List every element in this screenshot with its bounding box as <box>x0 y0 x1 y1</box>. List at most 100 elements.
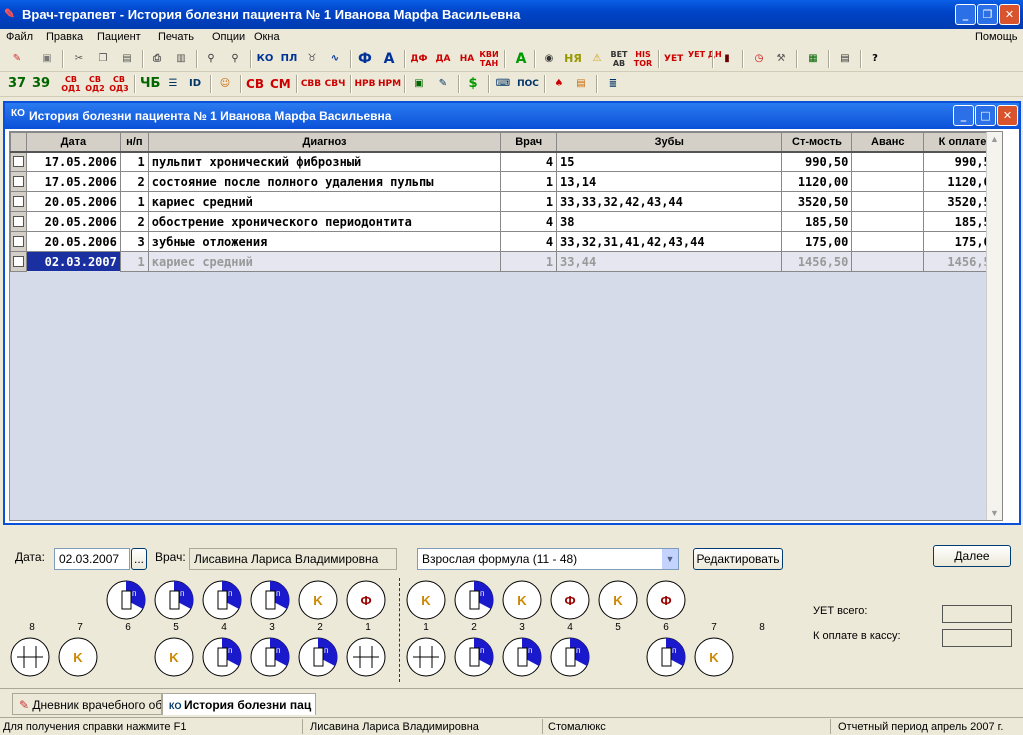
da-icon[interactable]: ДА <box>434 50 452 68</box>
cell-np[interactable]: 1 <box>119 251 149 272</box>
warning-icon[interactable]: ⚠ <box>588 50 606 68</box>
tooth-caries[interactable]: K <box>153 636 195 678</box>
close-button[interactable]: ✕ <box>999 4 1020 25</box>
preview-icon[interactable]: ▥ <box>172 50 190 68</box>
export-icon[interactable]: ▤ <box>572 75 590 93</box>
cell-advance[interactable] <box>851 231 925 252</box>
cell-cost[interactable]: 1456,50 <box>781 251 853 272</box>
date-picker-button[interactable]: ... <box>131 548 147 570</box>
tooth-caries[interactable]: K <box>597 579 639 621</box>
cell-diagnosis[interactable]: кариес средний <box>147 191 502 212</box>
row-checkbox[interactable] <box>10 191 27 212</box>
btn-svch[interactable]: СВЧ <box>324 75 346 93</box>
book-icon[interactable]: ▮ <box>718 50 736 68</box>
cell-np[interactable]: 2 <box>119 171 149 192</box>
column-header-cost[interactable]: Ст-мость <box>781 132 853 153</box>
tooth-pulp[interactable]: п <box>249 579 291 621</box>
cell-cost[interactable]: 175,00 <box>781 231 853 252</box>
copy-icon[interactable]: ❐ <box>94 50 112 68</box>
find-next-icon[interactable]: ⚲ <box>226 50 244 68</box>
cell-date[interactable]: 20.05.2006 <box>25 211 121 232</box>
tooth-pulp[interactable]: п <box>645 636 687 678</box>
child-maximize-button[interactable]: □ <box>975 105 996 126</box>
df-icon[interactable]: ДФ <box>410 50 428 68</box>
cell-advance[interactable] <box>851 211 925 232</box>
scroll-down-icon[interactable]: ▼ <box>990 508 999 518</box>
btn-svod3[interactable]: СВ ОД3 <box>108 75 130 93</box>
tooth-healthy[interactable] <box>9 636 51 678</box>
table-row[interactable]: 02.03.2007 1 кариес средний 1 33,44 1456,50 14… <box>10 251 1002 272</box>
tooth-healthy[interactable] <box>345 636 387 678</box>
chevron-down-icon[interactable]: ▼ <box>662 549 678 569</box>
column-header-date[interactable]: Дата <box>25 132 121 153</box>
pencil-icon[interactable]: ✎ <box>434 75 452 93</box>
tooth-caries[interactable]: K <box>405 579 447 621</box>
next-button[interactable]: Далее <box>933 545 1011 567</box>
btn-svv[interactable]: СВВ <box>300 75 322 93</box>
cell-diagnosis[interactable]: состояние после полного удаления пульпы <box>147 171 502 192</box>
menu-print[interactable]: Печать <box>158 31 194 43</box>
cell-cost[interactable]: 3520,50 <box>781 191 853 212</box>
cell-teeth[interactable]: 13,14 <box>556 171 783 192</box>
cell-date[interactable]: 20.05.2006 <box>25 191 121 212</box>
table-row[interactable]: 17.05.2006 1 пульпит хронический фиброзный… <box>10 151 1002 172</box>
tooth-pulp[interactable]: п <box>549 636 591 678</box>
column-header-teeth[interactable]: Зубы <box>556 132 783 153</box>
cell-np[interactable]: 2 <box>119 211 149 232</box>
column-header-doctor[interactable]: Врач <box>500 132 558 153</box>
btn-sv[interactable]: СВ <box>246 75 264 93</box>
table-row[interactable]: 20.05.2006 2 обострение хронического перио… <box>10 211 1002 232</box>
save-icon[interactable]: ▣ <box>38 50 56 68</box>
child-close-button[interactable]: ✕ <box>997 105 1018 126</box>
cell-doctor[interactable]: 4 <box>500 211 558 232</box>
date-input[interactable]: 02.03.2007 <box>54 548 130 570</box>
tooth-icon[interactable]: ♉ <box>303 50 321 68</box>
nya-icon[interactable]: НЯ <box>564 50 582 68</box>
btn-chb[interactable]: ЧБ <box>140 75 160 93</box>
tooth-caries[interactable]: K <box>693 636 735 678</box>
edit-button[interactable]: Редактировать <box>693 548 783 570</box>
cell-teeth[interactable]: 38 <box>556 211 783 232</box>
btn-37[interactable]: 37 <box>8 75 26 93</box>
cell-advance[interactable] <box>851 151 925 172</box>
clock-icon[interactable]: ◷ <box>750 50 768 68</box>
ko-icon[interactable]: КО <box>256 50 274 68</box>
tooth-caries[interactable]: K <box>57 636 99 678</box>
cell-teeth[interactable]: 15 <box>556 151 783 172</box>
vetav-icon[interactable]: ВЕТ АВ <box>608 50 630 68</box>
cell-cost[interactable]: 1120,00 <box>781 171 853 192</box>
row-checkbox[interactable] <box>10 231 27 252</box>
cell-teeth[interactable]: 33,44 <box>556 251 783 272</box>
cell-teeth[interactable]: 33,33,32,42,43,44 <box>556 191 783 212</box>
cell-doctor[interactable]: 1 <box>500 191 558 212</box>
tooth-filling[interactable]: Ф <box>549 579 591 621</box>
cell-date[interactable]: 17.05.2006 <box>25 151 121 172</box>
menu-help[interactable]: Помощь <box>975 31 1018 43</box>
na-icon[interactable]: НА <box>458 50 476 68</box>
column-header-np[interactable]: н/п <box>119 132 149 153</box>
print-icon[interactable]: ⎙ <box>148 50 166 68</box>
cell-doctor[interactable]: 1 <box>500 171 558 192</box>
tooth-healthy[interactable] <box>405 636 447 678</box>
menu-options[interactable]: Опции <box>212 31 245 43</box>
pen-icon[interactable]: ✎ <box>8 50 26 68</box>
btn-nrv[interactable]: НРВ <box>354 75 376 93</box>
histor-icon[interactable]: HIS TOR <box>632 50 654 68</box>
tooth-caries[interactable]: K <box>501 579 543 621</box>
cell-date[interactable]: 20.05.2006 <box>25 231 121 252</box>
cell-doctor[interactable]: 4 <box>500 151 558 172</box>
tab-diary[interactable]: ✎ Дневник врачебного обс <box>12 693 162 715</box>
menu-patient[interactable]: Пациент <box>97 31 141 43</box>
cell-cost[interactable]: 990,50 <box>781 151 853 172</box>
find-icon[interactable]: ⚲ <box>202 50 220 68</box>
btn-svod1[interactable]: СВ ОД1 <box>60 75 82 93</box>
cell-diagnosis[interactable]: обострение хронического периодонтита <box>147 211 502 232</box>
eye-icon[interactable]: ◉ <box>540 50 558 68</box>
scroll-up-icon[interactable]: ▲ <box>990 134 999 144</box>
cell-date[interactable]: 17.05.2006 <box>25 171 121 192</box>
id-icon[interactable]: ID <box>186 75 204 93</box>
cell-date[interactable]: 02.03.2007 <box>25 251 121 272</box>
tooth-pulp[interactable]: п <box>453 579 495 621</box>
cell-doctor[interactable]: 1 <box>500 251 558 272</box>
tooth-pulp[interactable]: п <box>153 579 195 621</box>
